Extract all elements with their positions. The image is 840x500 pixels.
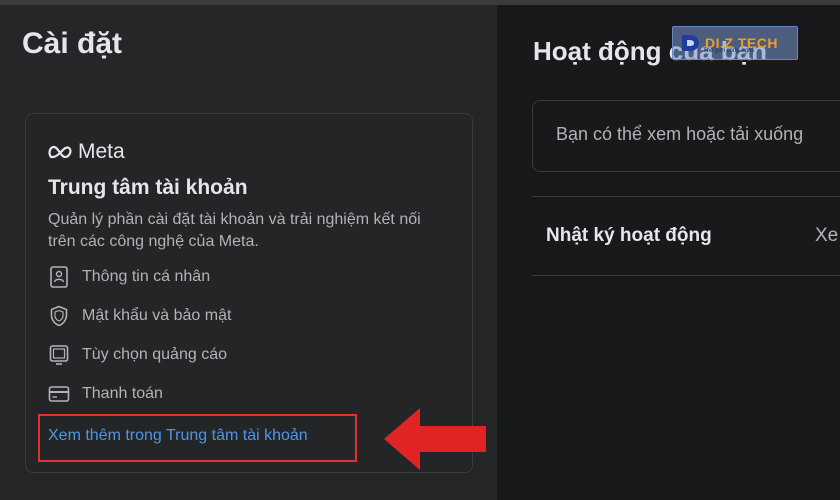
watermark-subtext: Thế giới công nghệ [703, 48, 755, 54]
red-arrow-icon [384, 408, 486, 470]
activity-info-text: Bạn có thể xem hoặc tải xuống [556, 124, 804, 144]
credit-card-icon [48, 383, 70, 405]
menu-item-label: Mật khẩu và bảo mật [82, 307, 232, 324]
meta-logo: Meta [48, 140, 125, 164]
activity-panel [497, 5, 840, 500]
menu-item-label: Thông tin cá nhân [82, 268, 211, 285]
meta-infinity-icon [48, 145, 72, 159]
activity-log-view-button[interactable]: Xe [815, 225, 838, 247]
divider [532, 275, 840, 276]
id-card-icon [48, 266, 70, 288]
accounts-center-title: Trung tâm tài khoản [48, 176, 248, 199]
shield-icon [48, 305, 70, 327]
activity-log-label: Nhật ký hoạt động [546, 225, 712, 246]
divider [532, 196, 840, 197]
meta-logo-text: Meta [78, 140, 125, 163]
accounts-center-description: Quản lý phần cài đặt tài khoản và trải n… [48, 211, 421, 250]
menu-item-label: Tùy chọn quảng cáo [82, 346, 227, 363]
menu-item-payments[interactable]: Thanh toán [48, 381, 163, 407]
menu-item-personal-info[interactable]: Thông tin cá nhân [48, 264, 210, 290]
dizz-tech-logo-icon [682, 35, 699, 51]
settings-title: Cài đặt [22, 27, 123, 60]
monitor-icon [48, 344, 70, 366]
watermark-logo: DI.Z TECH Thế giới công nghệ [672, 26, 798, 60]
menu-item-label: Thanh toán [82, 385, 163, 402]
see-more-accounts-center-link[interactable]: Xem thêm trong Trung tâm tài khoản [48, 427, 308, 445]
menu-item-ad-preferences[interactable]: Tùy chọn quảng cáo [48, 342, 227, 368]
menu-item-password-security[interactable]: Mật khẩu và bảo mật [48, 303, 231, 329]
